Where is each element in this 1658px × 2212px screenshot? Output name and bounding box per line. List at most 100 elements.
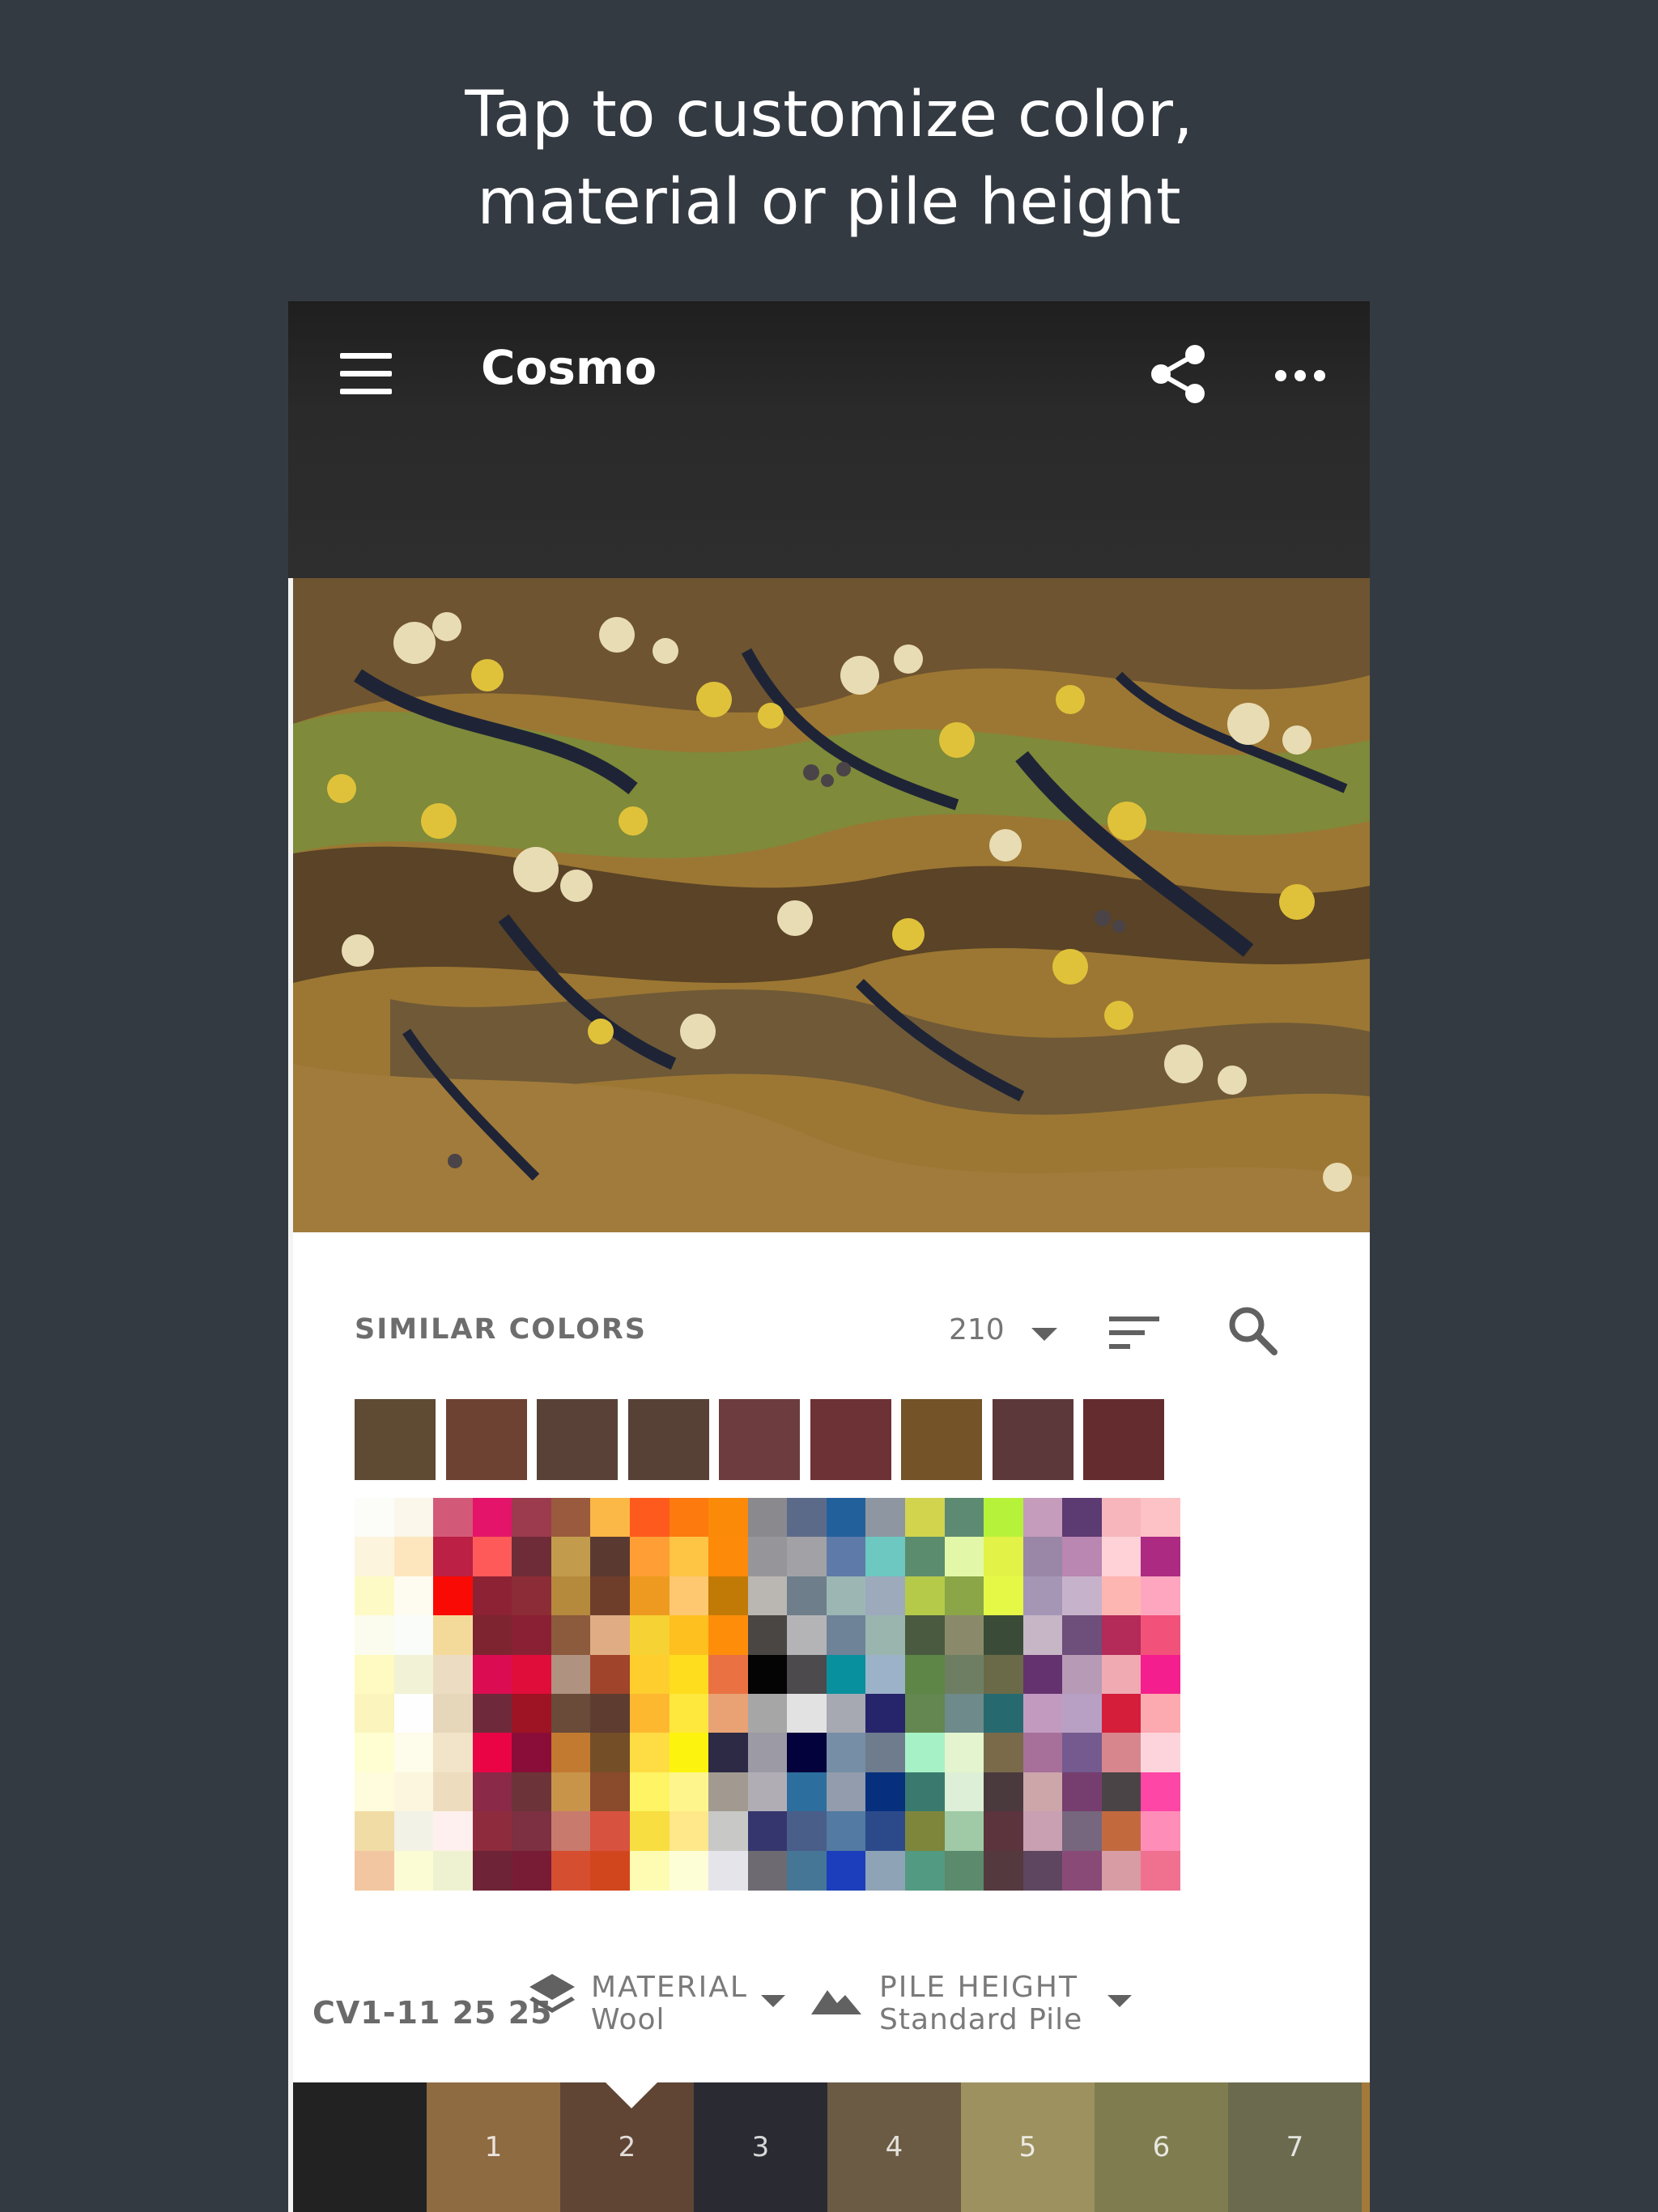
rug-preview-image[interactable] (293, 578, 1370, 1232)
palette-color-cell[interactable] (984, 1654, 1024, 1695)
palette-color-cell[interactable] (984, 1772, 1024, 1812)
palette-color-cell[interactable] (355, 1615, 394, 1656)
palette-color-cell[interactable] (1141, 1811, 1181, 1852)
palette-color-cell[interactable] (355, 1498, 394, 1538)
palette-color-cell[interactable] (905, 1733, 945, 1773)
palette-color-cell[interactable] (355, 1537, 394, 1577)
palette-color-cell[interactable] (826, 1733, 866, 1773)
similar-color-swatch[interactable] (992, 1399, 1073, 1480)
palette-color-cell[interactable] (865, 1576, 906, 1616)
chevron-down-icon[interactable] (1031, 1328, 1057, 1341)
palette-color-cell[interactable] (1101, 1772, 1141, 1812)
palette-color-cell[interactable] (944, 1615, 984, 1656)
palette-color-cell[interactable] (1062, 1694, 1103, 1733)
palette-color-cell[interactable] (787, 1498, 827, 1538)
palette-color-cell[interactable] (747, 1772, 788, 1812)
palette-color-cell[interactable] (787, 1850, 827, 1891)
palette-color-cell[interactable] (433, 1615, 474, 1656)
palette-color-cell[interactable] (708, 1537, 749, 1577)
palette-color-cell[interactable] (865, 1654, 906, 1695)
palette-color-cell[interactable] (865, 1615, 906, 1656)
palette-color-cell[interactable] (944, 1498, 984, 1538)
palette-color-cell[interactable] (630, 1694, 670, 1733)
palette-color-cell[interactable] (787, 1733, 827, 1773)
palette-color-cell[interactable] (472, 1537, 512, 1577)
palette-color-cell[interactable] (905, 1576, 945, 1616)
palette-color-cell[interactable] (590, 1654, 631, 1695)
color-tab-base[interactable] (293, 2082, 427, 2212)
palette-color-cell[interactable] (984, 1694, 1024, 1733)
palette-color-cell[interactable] (905, 1811, 945, 1852)
palette-color-cell[interactable] (630, 1733, 670, 1773)
palette-color-cell[interactable] (708, 1615, 749, 1656)
palette-color-cell[interactable] (512, 1498, 552, 1538)
palette-color-cell[interactable] (865, 1694, 906, 1733)
palette-color-cell[interactable] (551, 1498, 591, 1538)
palette-color-cell[interactable] (669, 1811, 709, 1852)
palette-color-cell[interactable] (472, 1654, 512, 1695)
similar-color-swatch[interactable] (355, 1399, 436, 1480)
material-label[interactable]: MATERIAL (591, 1971, 748, 2004)
palette-color-cell[interactable] (1022, 1615, 1063, 1656)
palette-color-cell[interactable] (512, 1811, 552, 1852)
similar-color-swatch[interactable] (810, 1399, 891, 1480)
similar-color-swatch[interactable] (901, 1399, 982, 1480)
palette-color-cell[interactable] (1101, 1537, 1141, 1577)
palette-color-cell[interactable] (590, 1498, 631, 1538)
palette-color-cell[interactable] (944, 1811, 984, 1852)
palette-color-cell[interactable] (669, 1850, 709, 1891)
palette-color-cell[interactable] (826, 1654, 866, 1695)
material-value[interactable]: Wool (591, 2003, 665, 2036)
palette-color-cell[interactable] (984, 1498, 1024, 1538)
palette-color-cell[interactable] (865, 1850, 906, 1891)
palette-color-cell[interactable] (826, 1498, 866, 1538)
palette-color-cell[interactable] (1022, 1733, 1063, 1773)
palette-color-cell[interactable] (708, 1733, 749, 1773)
palette-color-cell[interactable] (433, 1537, 474, 1577)
palette-color-cell[interactable] (984, 1537, 1024, 1577)
palette-color-cell[interactable] (747, 1733, 788, 1773)
palette-color-cell[interactable] (1062, 1772, 1103, 1812)
palette-color-cell[interactable] (787, 1576, 827, 1616)
palette-color-cell[interactable] (984, 1733, 1024, 1773)
palette-color-cell[interactable] (905, 1537, 945, 1577)
palette-color-cell[interactable] (512, 1850, 552, 1891)
color-count-dropdown[interactable]: 210 (949, 1313, 1005, 1346)
palette-color-cell[interactable] (1022, 1772, 1063, 1812)
palette-color-cell[interactable] (1141, 1733, 1181, 1773)
palette-color-cell[interactable] (905, 1772, 945, 1812)
palette-color-cell[interactable] (630, 1615, 670, 1656)
palette-color-cell[interactable] (433, 1576, 474, 1616)
color-tab-7[interactable]: 7 (1228, 2082, 1362, 2212)
palette-color-cell[interactable] (551, 1615, 591, 1656)
palette-color-cell[interactable] (472, 1576, 512, 1616)
palette-color-cell[interactable] (1022, 1654, 1063, 1695)
palette-color-cell[interactable] (905, 1850, 945, 1891)
palette-color-cell[interactable] (355, 1811, 394, 1852)
palette-color-cell[interactable] (1141, 1498, 1181, 1538)
palette-color-cell[interactable] (590, 1576, 631, 1616)
palette-color-cell[interactable] (747, 1850, 788, 1891)
palette-color-cell[interactable] (708, 1654, 749, 1695)
palette-color-cell[interactable] (787, 1654, 827, 1695)
palette-color-cell[interactable] (551, 1576, 591, 1616)
palette-color-cell[interactable] (512, 1576, 552, 1616)
palette-color-cell[interactable] (787, 1772, 827, 1812)
palette-color-cell[interactable] (905, 1615, 945, 1656)
palette-color-cell[interactable] (865, 1733, 906, 1773)
palette-color-cell[interactable] (551, 1537, 591, 1577)
palette-color-cell[interactable] (944, 1576, 984, 1616)
palette-color-cell[interactable] (747, 1811, 788, 1852)
sort-icon[interactable] (1109, 1315, 1159, 1351)
palette-color-cell[interactable] (1022, 1498, 1063, 1538)
palette-color-cell[interactable] (512, 1733, 552, 1773)
palette-color-cell[interactable] (1062, 1537, 1103, 1577)
palette-color-cell[interactable] (433, 1850, 474, 1891)
palette-color-cell[interactable] (512, 1772, 552, 1812)
palette-color-cell[interactable] (1062, 1498, 1103, 1538)
palette-color-cell[interactable] (590, 1811, 631, 1852)
palette-color-cell[interactable] (1062, 1654, 1103, 1695)
palette-color-cell[interactable] (787, 1694, 827, 1733)
menu-icon[interactable] (340, 353, 392, 395)
palette-color-cell[interactable] (787, 1615, 827, 1656)
